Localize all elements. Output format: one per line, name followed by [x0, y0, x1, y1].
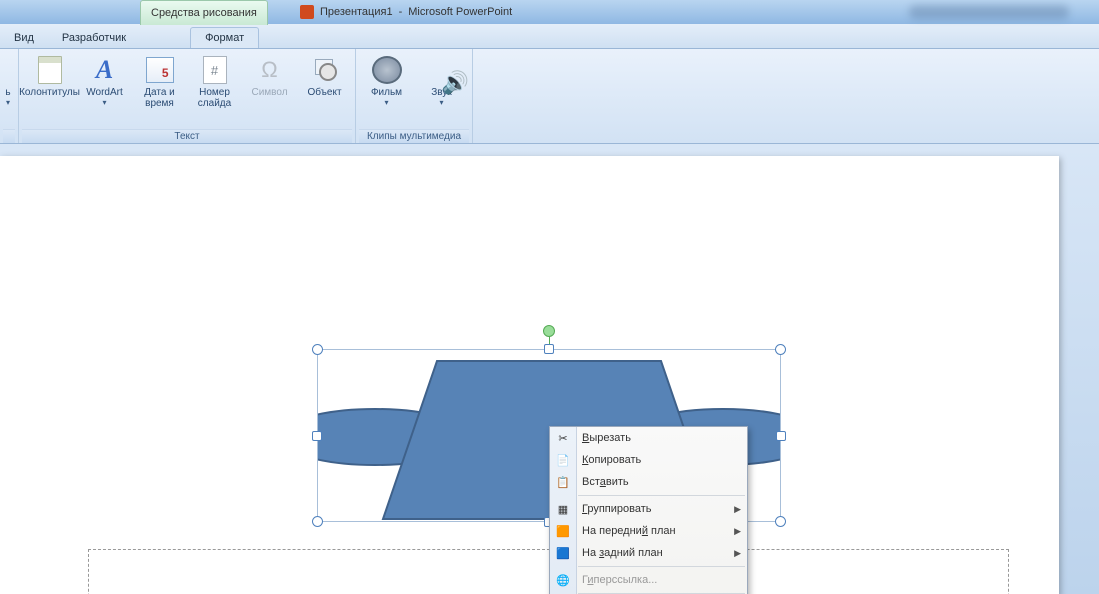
copy-icon: 📄	[555, 452, 571, 468]
resize-handle-bl[interactable]	[312, 516, 323, 527]
chevron-right-icon: ▶	[734, 548, 741, 559]
resize-handle-tr[interactable]	[775, 344, 786, 355]
movie-button[interactable]: Фильм▾	[359, 51, 414, 107]
title-bar: Средства рисования Презентация1 - Micros…	[0, 0, 1099, 24]
object-button[interactable]: Объект	[297, 51, 352, 98]
bring-front-icon: 🟧	[555, 523, 571, 539]
rotate-handle[interactable]	[543, 325, 555, 337]
title-text: Презентация1 - Microsoft PowerPoint	[300, 5, 512, 19]
ribbon: ь▾ Колонтитулы AWordArt▾ Дата и время #Н…	[0, 49, 1099, 144]
globe-icon: 🌐	[555, 572, 571, 588]
ctx-separator	[578, 566, 745, 567]
wordart-button[interactable]: AWordArt▾	[77, 51, 132, 107]
powerpoint-icon	[300, 5, 314, 19]
ctx-bring-to-front[interactable]: 🟧На передний план▶	[550, 520, 747, 542]
ctx-hyperlink: 🌐Гиперссылка...	[550, 569, 747, 591]
sound-button[interactable]: Звук▾	[414, 51, 469, 107]
ctx-group[interactable]: ▦Группировать▶	[550, 498, 747, 520]
tab-view[interactable]: Вид	[0, 28, 48, 48]
chevron-right-icon: ▶	[734, 526, 741, 537]
drawing-tools-contextual-tab[interactable]: Средства рисования	[140, 0, 268, 25]
send-back-icon: 🟦	[555, 545, 571, 561]
symbol-button: ΩСимвол	[242, 51, 297, 98]
resize-handle-tm[interactable]	[544, 344, 554, 354]
tab-format[interactable]: Формат	[190, 27, 259, 48]
ctx-separator	[578, 495, 745, 496]
ribbon-tabs: Вид Разработчик Формат	[0, 24, 1099, 49]
resize-handle-br[interactable]	[775, 516, 786, 527]
title-separator: -	[399, 6, 403, 18]
partial-button-label: ь	[5, 87, 10, 98]
resize-handle-tl[interactable]	[312, 344, 323, 355]
tab-developer[interactable]: Разработчик	[48, 28, 140, 48]
slide-workspace: Заголовок а ✂Вырезать 📄Копировать 📋Встав…	[0, 144, 1099, 594]
group-icon: ▦	[555, 501, 571, 517]
partial-group-left: ь▾	[0, 49, 19, 143]
slide-number-button[interactable]: #Номер слайда	[187, 51, 242, 109]
ribbon-group-media: Фильм▾ Звук▾ Клипы мультимедиа	[356, 49, 473, 143]
paste-icon: 📋	[555, 474, 571, 490]
document-name: Презентация1	[320, 6, 393, 18]
ctx-paste[interactable]: 📋Вставить	[550, 471, 747, 493]
resize-handle-mr[interactable]	[776, 431, 786, 441]
datetime-button[interactable]: Дата и время	[132, 51, 187, 109]
blurred-window-controls	[909, 5, 1069, 19]
ctx-copy[interactable]: 📄Копировать	[550, 449, 747, 471]
group-title-text: Текст	[22, 129, 352, 143]
app-name: Microsoft PowerPoint	[408, 6, 512, 18]
resize-handle-ml[interactable]	[312, 431, 322, 441]
ribbon-group-text: Колонтитулы AWordArt▾ Дата и время #Номе…	[19, 49, 356, 143]
group-title-media: Клипы мультимедиа	[359, 129, 469, 143]
scissors-icon: ✂	[555, 430, 571, 446]
context-menu: ✂Вырезать 📄Копировать 📋Вставить ▦Группир…	[549, 426, 748, 594]
headers-footers-button[interactable]: Колонтитулы	[22, 51, 77, 98]
ctx-send-to-back[interactable]: 🟦На задний план▶	[550, 542, 747, 564]
ctx-cut[interactable]: ✂Вырезать	[550, 427, 747, 449]
chevron-right-icon: ▶	[734, 504, 741, 515]
